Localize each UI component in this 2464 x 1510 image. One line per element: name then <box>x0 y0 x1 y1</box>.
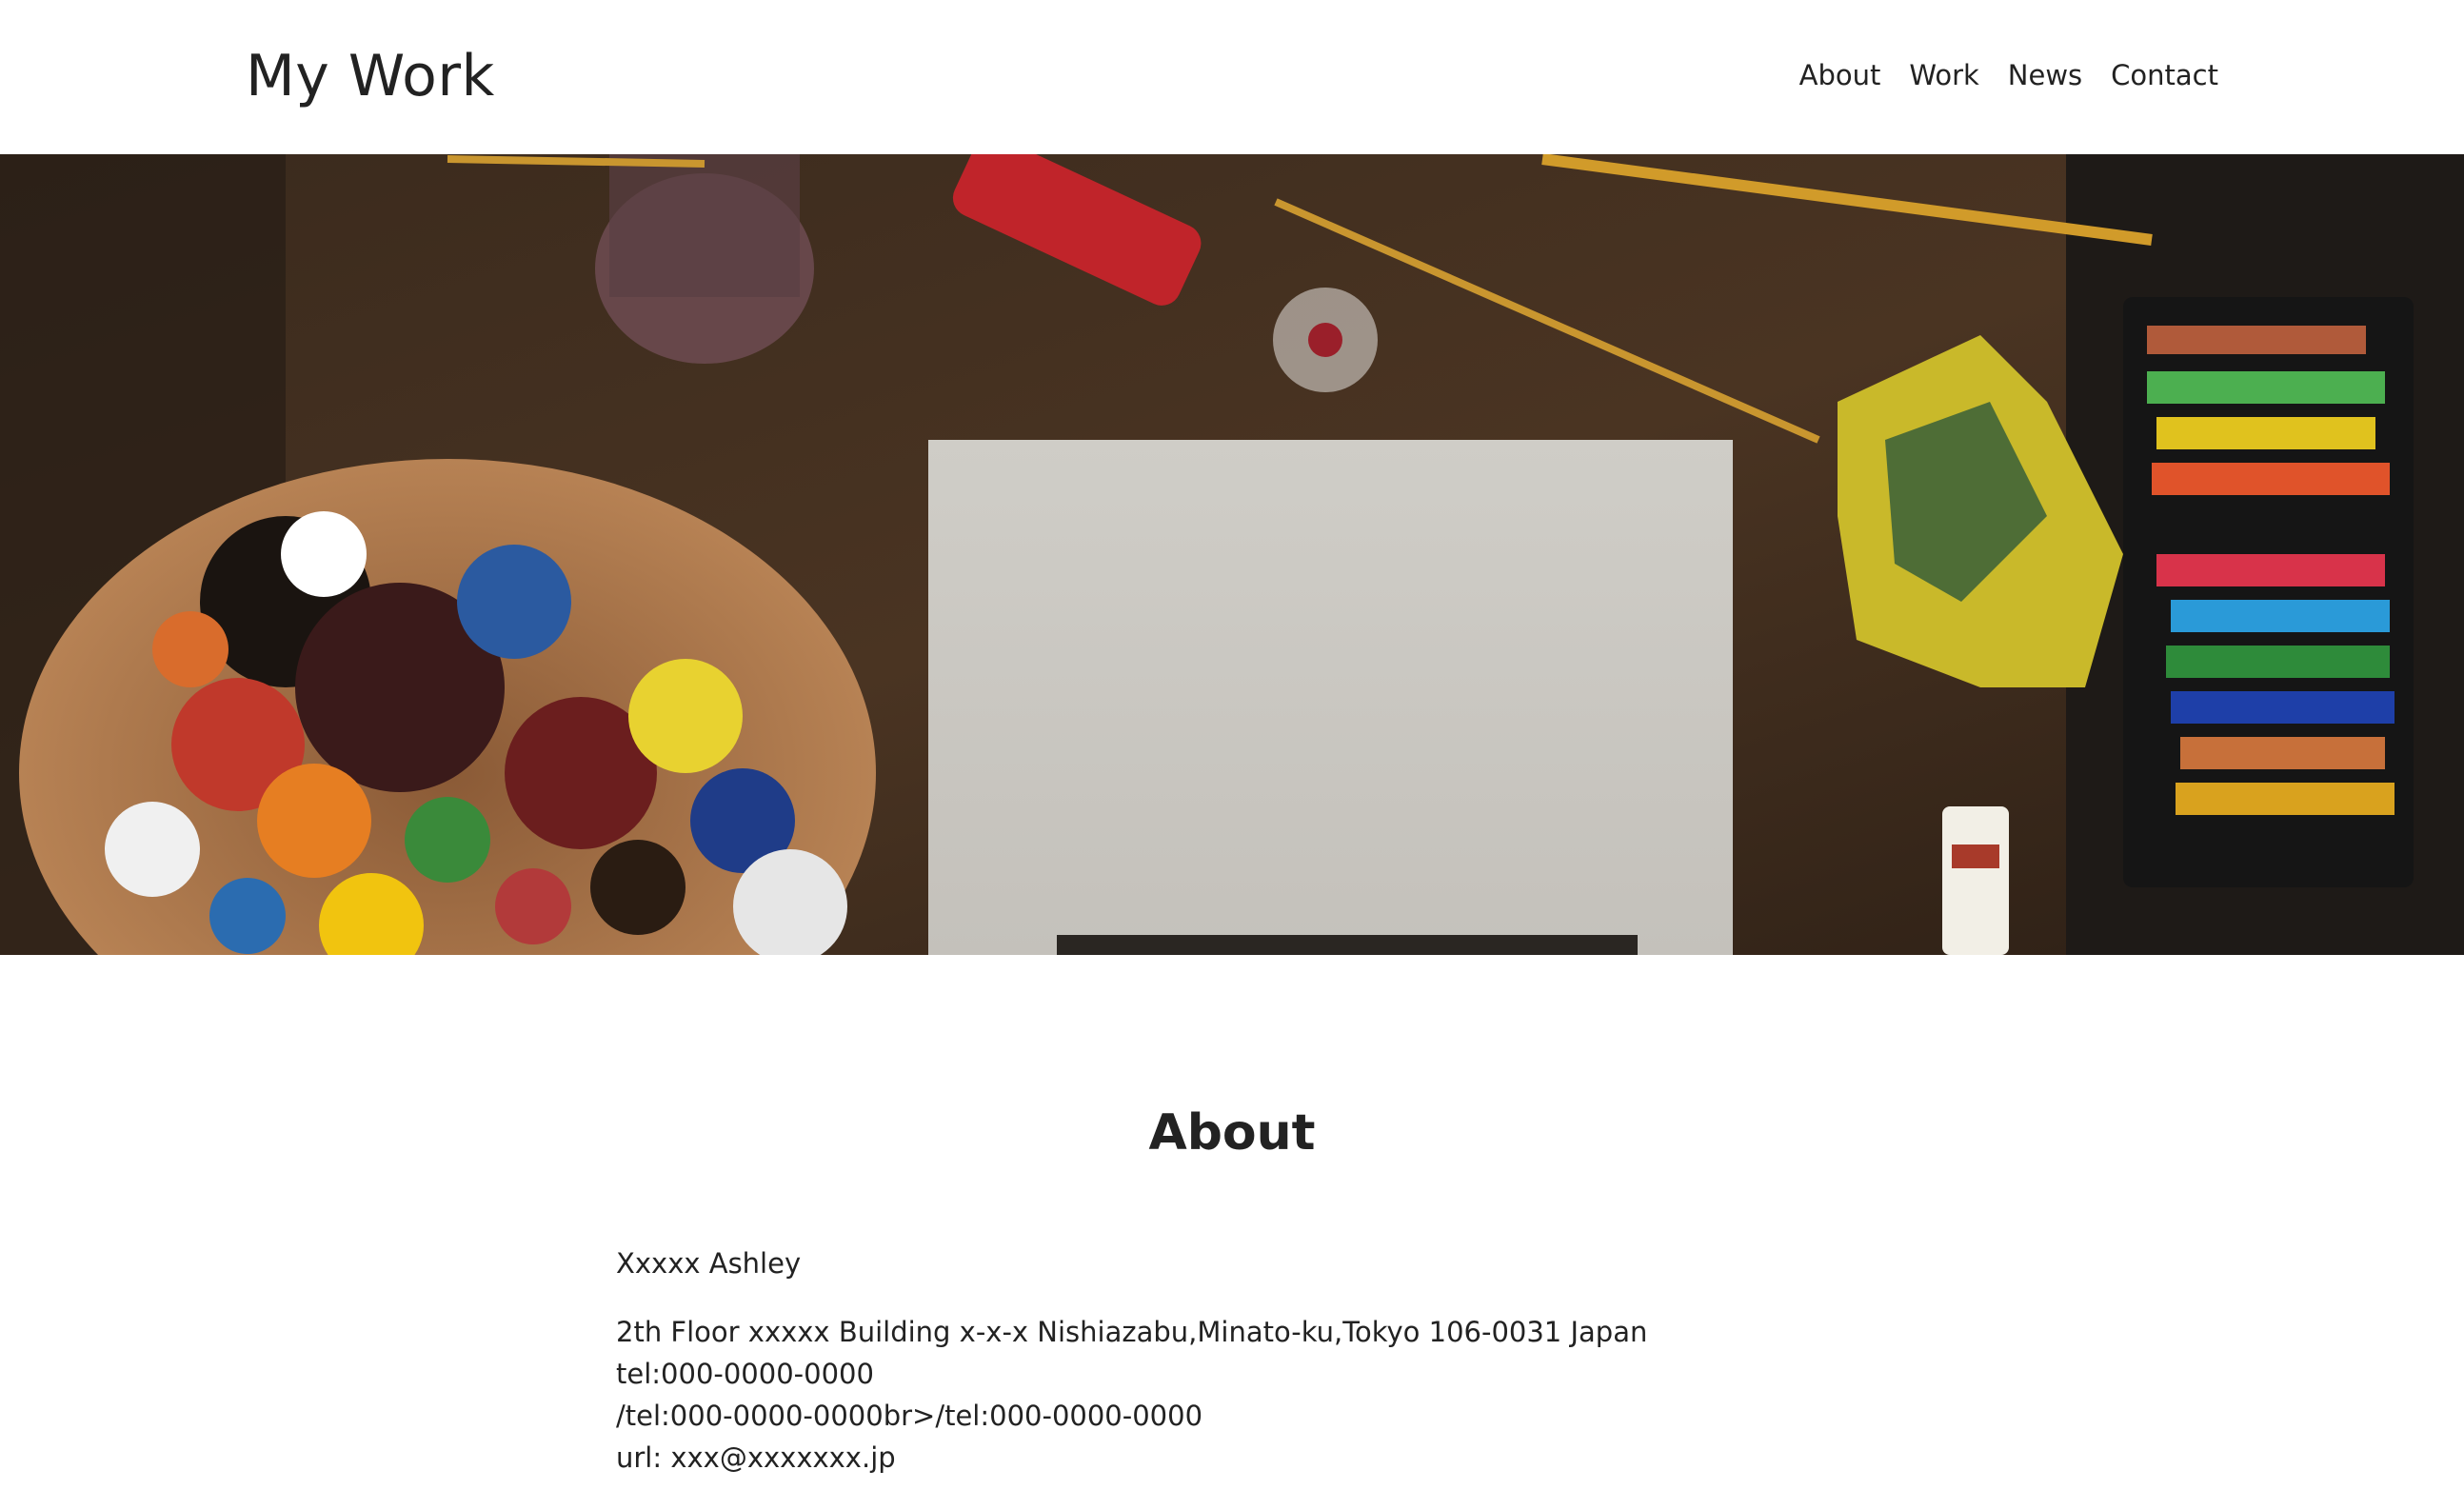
profile-section: Xxxxx Ashley 2th Floor xxxxx Building x-… <box>616 1242 1854 1479</box>
nav-work[interactable]: Work <box>1909 53 1978 97</box>
main-nav: About Work News Contact <box>1799 53 2218 97</box>
about-title: About <box>1148 1104 1316 1162</box>
address-line: 2th Floor xxxxx Building x-x-x Nishiazab… <box>616 1316 1648 1348</box>
nav-about[interactable]: About <box>1799 53 1881 97</box>
profile-name: Xxxxx Ashley <box>616 1247 802 1280</box>
tel-line: tel:000-0000-0000 <box>616 1358 874 1390</box>
tel-line-2: /tel:000-0000-0000br>/tel:000-0000-0000 <box>616 1400 1203 1432</box>
nav-contact[interactable]: Contact <box>2111 53 2218 97</box>
site-logo[interactable]: My Work <box>246 38 495 114</box>
nav-news[interactable]: News <box>2008 53 2082 97</box>
hero-image <box>0 154 2464 955</box>
profile-address: 2th Floor xxxxx Building x-x-x Nishiazab… <box>616 1311 1854 1479</box>
url-line: url: xxx@xxxxxxx.jp <box>616 1441 896 1474</box>
site-header: My Work About Work News Contact <box>0 0 2464 154</box>
